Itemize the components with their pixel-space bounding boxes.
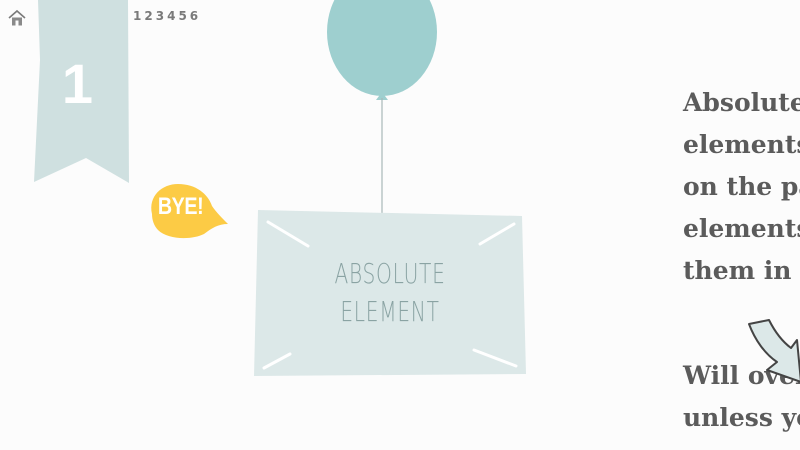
home-icon[interactable]	[8, 9, 26, 27]
text-line: unless yo	[683, 403, 800, 432]
page-link-5[interactable]: 5	[178, 9, 187, 23]
page-link-2[interactable]: 2	[144, 9, 153, 23]
text-line: them in t	[683, 256, 800, 285]
card-label-line-1: ABSOLUTE	[334, 257, 446, 290]
balloon	[327, 0, 437, 96]
page-link-3[interactable]: 3	[156, 9, 165, 23]
text-line: on the pa	[683, 172, 800, 201]
card-label: ABSOLUTE ELEMENT	[304, 255, 477, 331]
page-link-1[interactable]: 1	[133, 9, 142, 23]
curved-arrow-icon	[748, 319, 800, 383]
text-line: elements	[683, 130, 800, 159]
page-link-4[interactable]: 4	[167, 9, 176, 23]
description-paragraph-1: Absolute elements on the pa elements the…	[683, 82, 800, 292]
slide-number: 1	[61, 52, 94, 115]
text-line: Absolute	[683, 88, 800, 117]
text-line: elements	[683, 214, 800, 243]
page-link-6[interactable]: 6	[190, 9, 199, 23]
slide-pager: 1 2 3 4 5 6	[133, 9, 199, 23]
bubble-text: BYE!	[157, 193, 204, 220]
balloon-knot	[376, 92, 388, 100]
card-label-line-2: ELEMENT	[340, 295, 440, 328]
